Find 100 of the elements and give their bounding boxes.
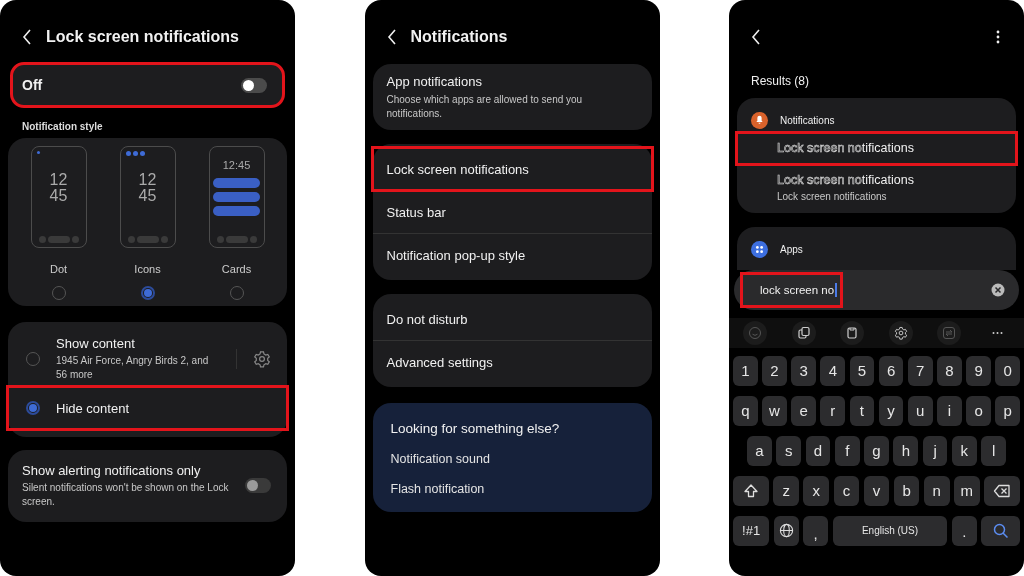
item-title: App notifications	[386, 74, 483, 89]
back-icon[interactable]	[386, 29, 397, 45]
key[interactable]: l	[981, 435, 1007, 466]
more-options-icon[interactable]	[996, 30, 1000, 44]
key[interactable]: u	[907, 395, 933, 426]
key[interactable]: c	[833, 475, 860, 506]
option-row[interactable]: Hide content	[8, 387, 287, 429]
key[interactable]: 3	[791, 355, 816, 386]
setting-summary: Silent notifications won't be shown on the Lock screen.	[22, 481, 229, 508]
search-icon	[992, 522, 1009, 539]
key[interactable]: x	[803, 475, 830, 506]
key[interactable]: 1	[733, 355, 758, 386]
settings-icon[interactable]	[253, 349, 271, 368]
settings-button[interactable]	[888, 320, 913, 345]
menu-item[interactable]: App notifications Choose which apps are allowed to send you notifications.	[372, 74, 652, 120]
option-row[interactable]: Show content 1945 Air Force, Angry Birds 2, and 56 more	[8, 330, 287, 387]
key[interactable]: n	[923, 475, 950, 506]
suggestion-link[interactable]: Notification sound	[390, 452, 634, 466]
key[interactable]: i	[937, 395, 962, 426]
clear-icon[interactable]	[991, 282, 1005, 297]
menu-item[interactable]: Advanced settings	[372, 340, 652, 383]
notification-icons-drawing	[125, 151, 145, 157]
section-title: Notifications	[780, 115, 835, 126]
key[interactable]: a	[747, 435, 772, 466]
radio-button[interactable]	[140, 286, 155, 300]
key[interactable]: z	[773, 475, 799, 506]
key[interactable]: e	[791, 395, 816, 426]
key[interactable]: f	[834, 435, 860, 466]
key[interactable]: t	[849, 395, 875, 426]
lock-screen-preview[interactable]: 12:45	[208, 146, 265, 248]
language-key[interactable]	[773, 515, 799, 546]
key[interactable]: v	[863, 475, 890, 506]
symbols-key[interactable]: !#1	[733, 515, 770, 546]
item-title: Advanced settings	[386, 354, 494, 370]
key[interactable]: 9	[966, 355, 991, 386]
item-title: Do not disturb	[386, 311, 469, 327]
key[interactable]: r	[820, 395, 846, 426]
globe-icon	[778, 523, 794, 538]
key[interactable]: 4	[820, 355, 846, 386]
style-label: Dot	[49, 263, 68, 275]
preview-clock: 12 45	[138, 172, 157, 204]
shift-key[interactable]	[733, 475, 769, 506]
key[interactable]: 7	[907, 355, 933, 386]
key[interactable]: o	[966, 395, 991, 426]
key[interactable]: j	[922, 435, 948, 466]
screen-title: Notifications	[410, 28, 508, 46]
option-title: Hide content	[56, 400, 130, 416]
option-summary: 1945 Air Force, Angry Birds 2, and 56 more	[56, 354, 210, 381]
clipboard-button[interactable]	[840, 320, 865, 345]
menu-item[interactable]: Lock screen notifications	[372, 148, 652, 190]
master-switch-row[interactable]: Off	[12, 64, 283, 106]
notification-cards-drawing	[213, 178, 260, 216]
result-path: Lock screen notifications	[777, 190, 888, 204]
key[interactable]: s	[776, 435, 802, 466]
suggestion-link[interactable]: Flash notification	[390, 482, 634, 496]
item-title: Lock screen notifications	[386, 161, 530, 177]
backspace-icon	[993, 483, 1012, 498]
lock-screen-preview[interactable]: 12 45	[30, 146, 87, 248]
gear-icon	[893, 325, 908, 340]
key[interactable]: 5	[849, 355, 875, 386]
key[interactable]: d	[805, 435, 831, 466]
key[interactable]: q	[733, 395, 758, 426]
radio-button[interactable]	[26, 401, 40, 415]
menu-item[interactable]: Do not disturb	[372, 298, 652, 340]
key[interactable]: 2	[762, 355, 787, 386]
key[interactable]: k	[951, 435, 977, 466]
translate-icon	[795, 324, 812, 341]
shift-icon	[742, 482, 759, 499]
translate-button[interactable]	[791, 320, 816, 345]
menu-item[interactable]: Notification pop-up style	[372, 233, 652, 276]
item-title: Status bar	[386, 204, 447, 220]
style-label: Cards	[221, 263, 252, 275]
key[interactable]: g	[864, 435, 889, 466]
space-bar[interactable]: English (US)	[832, 515, 948, 546]
back-icon[interactable]	[751, 29, 761, 45]
toggle-switch[interactable]	[241, 77, 267, 93]
item-title: Notification pop-up style	[386, 247, 527, 263]
search-result[interactable]: Lock screen notifications	[737, 133, 1016, 164]
comma-key[interactable]: ,	[803, 515, 829, 546]
key[interactable]: b	[893, 475, 920, 506]
key[interactable]: p	[995, 395, 1021, 426]
key[interactable]: 6	[878, 355, 904, 386]
key[interactable]: w	[762, 395, 787, 426]
setting-title: Show alerting notifications only	[22, 463, 202, 478]
search-key[interactable]	[981, 515, 1020, 546]
back-icon[interactable]	[22, 29, 32, 45]
search-result[interactable]: Lock screen notifications Lock screen notifications	[737, 164, 1016, 213]
swap-icon	[941, 324, 958, 341]
key[interactable]: h	[893, 435, 919, 466]
key[interactable]: m	[954, 475, 980, 506]
result-title: Lock screen notifications	[777, 173, 915, 187]
suggestion-heading: Looking for something else?	[390, 421, 561, 436]
period-key[interactable]: .	[951, 515, 977, 546]
key[interactable]: 8	[937, 355, 962, 386]
search-field[interactable]: lock screen no	[734, 269, 1019, 310]
key[interactable]: y	[878, 395, 904, 426]
lock-screen-preview[interactable]: 12 45	[119, 146, 176, 248]
key[interactable]: 0	[995, 355, 1021, 386]
backspace-key[interactable]	[984, 475, 1020, 506]
menu-item[interactable]: Status bar	[372, 190, 652, 233]
